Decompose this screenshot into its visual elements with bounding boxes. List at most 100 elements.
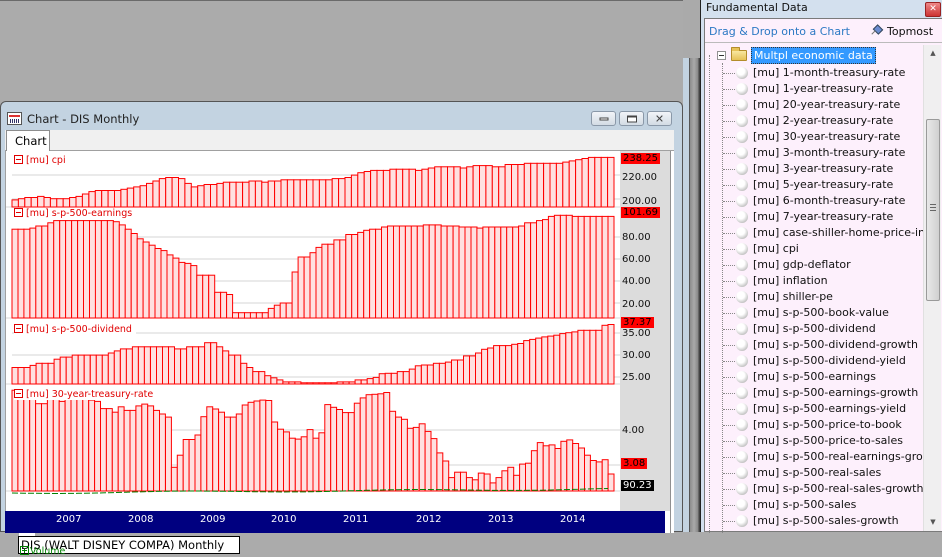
bar-s-p-500-dividend [23, 367, 31, 385]
bar-30-year-treasury-rate [519, 463, 526, 492]
bar-s-p-500-dividend [378, 373, 386, 385]
scroll-thumb[interactable] [926, 119, 940, 301]
time-axis[interactable]: 2007 2008 2009 2010 2011 2012 2013 2014 [5, 511, 665, 533]
tree-line [723, 345, 735, 346]
bar-30-year-treasury-rate [466, 477, 473, 492]
bar-s-p-500-dividend [41, 362, 49, 385]
bar-s-p-500-dividend [234, 354, 242, 385]
tree-root-label[interactable]: Multpl economic data [751, 47, 876, 64]
bar-cpi [120, 188, 128, 208]
bar-s-p-500-earnings [512, 226, 520, 319]
pane-title: [mu] s-p-500-earnings [26, 208, 133, 219]
bar-s-p-500-dividend [150, 346, 157, 385]
bar-s-p-500-dividend [282, 381, 290, 385]
bar-cpi [101, 190, 109, 208]
tick-label: 4.00 [622, 425, 645, 436]
tree-item-label: [mu] s-p-500-earnings-growth [753, 386, 919, 399]
bar-s-p-500-dividend [432, 362, 440, 385]
topmost-button[interactable]: Topmost [871, 25, 933, 38]
bar-s-p-500-earnings [518, 225, 526, 319]
pane-label-treasury[interactable]: [mu] 30-year-treasury-rate [14, 389, 158, 400]
bar-s-p-500-dividend [264, 375, 272, 385]
bar-s-p-500-dividend [390, 372, 398, 385]
maximize-button[interactable] [619, 111, 644, 126]
tree-item-label: [mu] s-p-500-real-sales [753, 466, 882, 479]
bar-cpi [543, 162, 551, 208]
collapse-icon[interactable] [717, 51, 726, 60]
tab-chart[interactable]: Chart [6, 130, 50, 152]
bar-s-p-500-earnings [291, 271, 299, 319]
bar-30-year-treasury-rate [224, 416, 231, 492]
tree-scrollbar[interactable]: ▲ ▼ [923, 45, 941, 531]
bar-s-p-500-earnings [428, 224, 436, 319]
chart-titlebar[interactable]: Chart - DIS Monthly ✕ [1, 102, 682, 130]
chart-area[interactable]: [mu] cpi [mu] s-p-500-earnings [mu] s-p-… [5, 151, 674, 557]
bar-s-p-500-earnings [393, 225, 400, 319]
scroll-up-icon[interactable]: ▲ [924, 45, 942, 62]
bar-s-p-500-earnings [124, 228, 132, 319]
bar-s-p-500-earnings [285, 302, 293, 319]
bar-cpi [184, 182, 192, 208]
data-series-icon [736, 243, 748, 255]
bar-s-p-500-dividend [457, 359, 464, 385]
bar-s-p-500-dividend [426, 364, 434, 385]
year-label: 2012 [416, 514, 442, 525]
data-tree[interactable]: Multpl economic data [mu] 1-month-treasu… [705, 45, 923, 533]
bar-s-p-500-dividend [306, 382, 314, 385]
bar-s-p-500-earnings [565, 214, 573, 319]
bar-30-year-treasury-rate [507, 466, 515, 492]
tree-line [723, 121, 735, 122]
close-button[interactable]: ✕ [647, 111, 672, 126]
scroll-down-icon[interactable]: ▼ [924, 514, 942, 531]
bar-cpi [242, 181, 250, 208]
bar-s-p-500-dividend [547, 335, 555, 385]
bar-s-p-500-dividend [131, 346, 139, 385]
bar-30-year-treasury-rate [489, 482, 497, 492]
bar-30-year-treasury-rate [430, 438, 438, 492]
expand-icon[interactable] [20, 546, 29, 555]
bar-cpi [575, 159, 583, 208]
bar-s-p-500-dividend [535, 337, 543, 385]
bar-s-p-500-dividend [318, 382, 326, 385]
tree-item-label: [mu] case-shiller-home-price-index [753, 226, 923, 239]
bar-s-p-500-dividend [156, 346, 163, 385]
bar-30-year-treasury-rate [123, 409, 131, 492]
panel-close-button[interactable]: ✕ [925, 2, 941, 17]
collapse-icon[interactable] [14, 389, 23, 398]
bar-cpi [248, 180, 256, 208]
bar-s-p-500-earnings [172, 257, 180, 319]
minimize-button[interactable] [591, 111, 616, 126]
bar-s-p-500-dividend [186, 346, 194, 385]
data-series-icon [736, 211, 748, 223]
bar-s-p-500-earnings [321, 243, 329, 319]
bar-s-p-500-dividend [113, 350, 121, 385]
bar-cpi [555, 162, 564, 208]
bar-s-p-500-dividend [360, 379, 368, 385]
pane-label-earnings[interactable]: [mu] s-p-500-earnings [14, 208, 137, 219]
bar-s-p-500-earnings [452, 225, 460, 319]
collapse-icon[interactable] [14, 155, 23, 164]
volume-pane-label[interactable]: Volume [20, 546, 65, 557]
panel-splitter[interactable] [683, 0, 700, 532]
bar-s-p-500-dividend [65, 356, 73, 385]
bar-30-year-treasury-rate [324, 404, 332, 492]
pane-label-dividend[interactable]: [mu] s-p-500-dividend [14, 324, 136, 335]
collapse-icon[interactable] [14, 324, 23, 333]
bar-30-year-treasury-rate [342, 412, 349, 492]
bar-s-p-500-earnings [464, 226, 472, 319]
year-label: 2011 [343, 514, 369, 525]
bar-s-p-500-dividend [601, 324, 609, 385]
tree-line [723, 169, 735, 170]
pane-label-cpi[interactable]: [mu] cpi [14, 155, 70, 166]
bar-s-p-500-earnings [506, 226, 514, 319]
bar-s-p-500-earnings [559, 214, 567, 319]
data-series-icon [736, 515, 748, 527]
bar-cpi [235, 181, 244, 208]
bar-cpi [594, 156, 602, 208]
bar-30-year-treasury-rate [448, 477, 456, 492]
bar-s-p-500-dividend [414, 365, 422, 385]
bar-30-year-treasury-rate [318, 432, 326, 492]
bar-30-year-treasury-rate [371, 393, 379, 492]
collapse-icon[interactable] [14, 208, 23, 217]
bar-30-year-treasury-rate [294, 438, 302, 492]
